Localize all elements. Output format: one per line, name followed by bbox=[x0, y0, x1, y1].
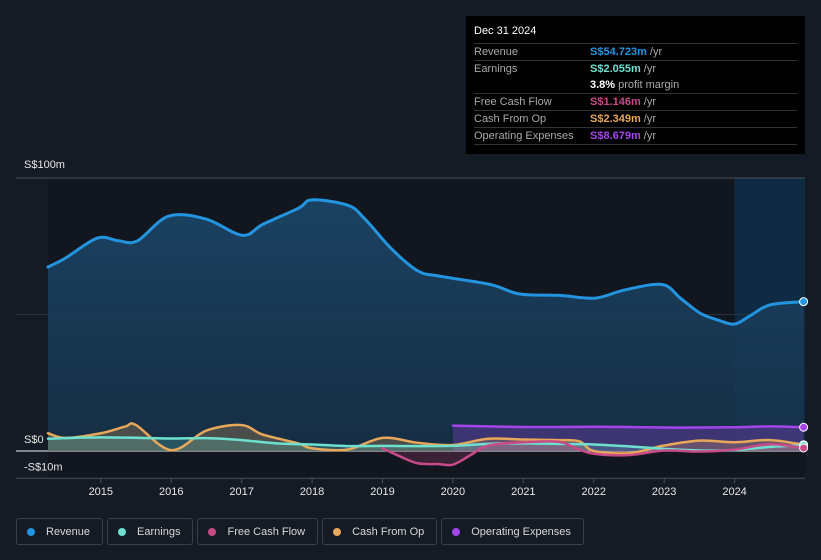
legend-label: Revenue bbox=[46, 525, 91, 538]
tooltip-unit: /yr bbox=[643, 130, 656, 142]
tooltip-value: S$1.146m bbox=[590, 96, 641, 108]
tooltip-row-profit-margin: 3.8% profit margin bbox=[474, 77, 797, 94]
legend-dot-icon bbox=[27, 527, 35, 536]
tooltip-row-operating-expenses: Operating Expenses S$8.679m /yr bbox=[474, 128, 797, 145]
tooltip-panel: Dec 31 2024 Revenue S$54.723m /yr Earnin… bbox=[466, 16, 805, 154]
x-tick-label: 2022 bbox=[582, 486, 606, 498]
endpoint-free-cash-flow bbox=[799, 443, 809, 453]
x-tick-label: 2019 bbox=[370, 486, 394, 498]
tooltip-value: S$2.349m bbox=[590, 113, 641, 125]
x-tick-label: 2018 bbox=[300, 486, 324, 498]
legend-label: Earnings bbox=[137, 525, 181, 538]
x-tick-label: 2024 bbox=[722, 486, 746, 498]
legend-item-free-cash-flow[interactable]: Free Cash Flow bbox=[197, 518, 319, 545]
legend-dot-icon bbox=[452, 527, 461, 536]
tooltip-row-revenue: Revenue S$54.723m /yr bbox=[474, 44, 797, 61]
legend-item-cash-from-op[interactable]: Cash From Op bbox=[322, 518, 438, 545]
tooltip-row-earnings: Earnings S$2.055m /yr bbox=[474, 61, 797, 77]
tooltip-label: Earnings bbox=[474, 63, 518, 75]
y-tick-label: -S$10m bbox=[24, 461, 63, 473]
legend-label: Free Cash Flow bbox=[227, 525, 306, 538]
x-tick-label: 2016 bbox=[159, 486, 183, 498]
tooltip-label: Revenue bbox=[474, 46, 519, 58]
tooltip-unit: /yr bbox=[643, 96, 656, 108]
x-tick-label: 2023 bbox=[652, 486, 676, 498]
tooltip-label: Free Cash Flow bbox=[474, 96, 552, 108]
tooltip-label bbox=[474, 77, 590, 93]
legend-item-earnings[interactable]: Earnings bbox=[107, 518, 194, 545]
endpoint-operating-expenses bbox=[799, 422, 809, 432]
tooltip-date: Dec 31 2024 bbox=[474, 24, 797, 44]
legend-dot-icon bbox=[118, 527, 127, 536]
tooltip-value: 3.8% bbox=[590, 79, 616, 91]
y-tick-label: S$0 bbox=[24, 434, 44, 446]
tooltip-label: Cash From Op bbox=[474, 113, 547, 125]
tooltip-value: S$2.055m bbox=[590, 63, 641, 75]
tooltip-unit: /yr bbox=[643, 113, 656, 125]
tooltip-unit: /yr bbox=[649, 46, 663, 58]
endpoint-revenue bbox=[799, 297, 809, 307]
legend: Revenue Earnings Free Cash Flow Cash Fro… bbox=[16, 518, 584, 545]
line-operating-expenses bbox=[451, 424, 805, 429]
legend-label: Cash From Op bbox=[352, 525, 425, 538]
legend-item-revenue[interactable]: Revenue bbox=[16, 518, 104, 545]
y-tick-label: S$100m bbox=[24, 159, 65, 171]
x-tick-label: 2015 bbox=[89, 486, 113, 498]
x-tick-label: 2017 bbox=[229, 486, 253, 498]
tooltip-unit: profit margin bbox=[618, 79, 680, 91]
legend-label: Operating Expenses bbox=[471, 525, 571, 538]
tooltip-value: S$8.679m bbox=[590, 130, 641, 142]
tooltip-value: S$54.723m bbox=[590, 46, 647, 58]
tooltip-unit: /yr bbox=[643, 63, 656, 75]
tooltip-row-free-cash-flow: Free Cash Flow S$1.146m /yr bbox=[474, 94, 797, 111]
tooltip-row-cash-from-op: Cash From Op S$2.349m /yr bbox=[474, 111, 797, 128]
x-tick-label: 2020 bbox=[441, 486, 465, 498]
legend-dot-icon bbox=[333, 527, 342, 536]
tooltip-label: Operating Expenses bbox=[474, 130, 574, 142]
legend-item-operating-expenses[interactable]: Operating Expenses bbox=[441, 518, 584, 545]
legend-dot-icon bbox=[208, 527, 217, 536]
x-tick-label: 2021 bbox=[511, 486, 535, 498]
